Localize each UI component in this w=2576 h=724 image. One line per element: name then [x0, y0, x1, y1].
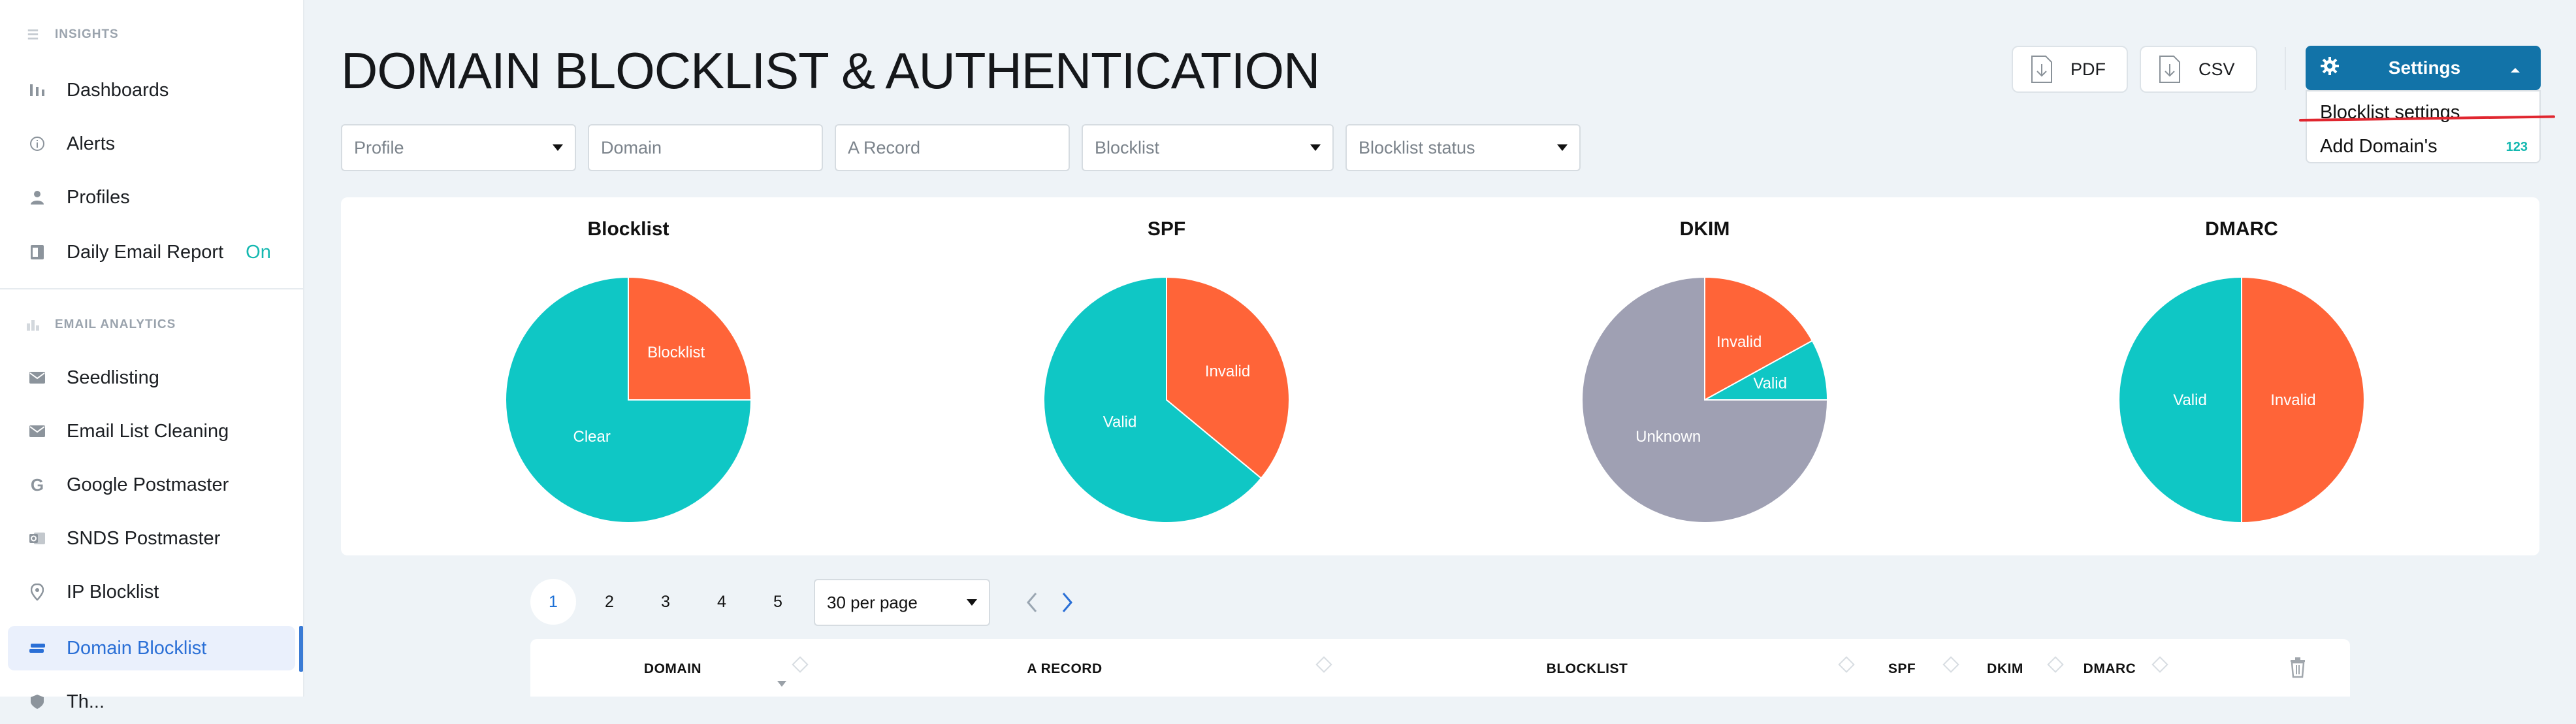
pie-label-unknown: Unknown: [1635, 428, 1701, 446]
download-file-icon: [2158, 55, 2182, 84]
sidebar-item-google-postmaster[interactable]: G Google Postmaster: [8, 463, 295, 507]
header-separator: [2285, 47, 2286, 90]
sidebar-item-daily-email-report[interactable]: Daily Email Report On: [8, 230, 295, 274]
sidebar-item-seedlisting[interactable]: Seedlisting: [8, 355, 295, 400]
domains-table: DOMAIN A RECORD BLOCKLIST SPF DKIM DMARC: [530, 639, 2350, 697]
caret-down-icon: [1557, 144, 1568, 151]
column-header-a-record[interactable]: A RECORD: [1027, 661, 1102, 677]
pie-chart-blocklist: Blocklist Clear: [505, 276, 752, 523]
page-title: DOMAIN BLOCKLIST & AUTHENTICATION: [341, 42, 1320, 99]
pie-label-invalid: Invalid: [2270, 391, 2315, 409]
pie-label-valid: Valid: [2173, 391, 2207, 409]
bar-chart-icon: [27, 83, 47, 97]
google-icon: G: [30, 474, 44, 495]
pie-label-invalid: Invalid: [1716, 333, 1762, 351]
user-icon: [27, 189, 47, 205]
column-header-blocklist[interactable]: BLOCKLIST: [1547, 661, 1628, 677]
caret-down-icon: [1310, 144, 1321, 151]
chart-title-blocklist: Blocklist: [587, 218, 669, 240]
gear-icon: [2320, 56, 2340, 80]
domains-count-badge: 123: [2505, 140, 2528, 154]
sidebar: ☰ INSIGHTS Dashboards Alerts Profiles Da…: [0, 0, 304, 712]
chevron-left-icon[interactable]: [1019, 588, 1045, 617]
report-icon: [27, 244, 47, 260]
pie-label-clear: Clear: [573, 428, 610, 446]
sidebar-item-threat[interactable]: Th...: [8, 680, 295, 724]
sidebar-divider: [0, 288, 303, 289]
blocklist-status-select[interactable]: Blocklist status: [1345, 124, 1581, 171]
a-record-input[interactable]: A Record: [835, 124, 1070, 171]
domain-input[interactable]: Domain: [588, 124, 823, 171]
trash-icon[interactable]: [2289, 656, 2307, 678]
email-analytics-section-header: EMAIL ANALYTICS: [26, 318, 176, 332]
page-button-5[interactable]: 5: [755, 579, 801, 625]
pie-chart-spf: Invalid Valid: [1043, 276, 1290, 523]
sidebar-item-profiles[interactable]: Profiles: [8, 175, 295, 220]
caret-down-icon: [967, 599, 977, 606]
report-status[interactable]: On: [246, 242, 271, 263]
pie-label-invalid: Invalid: [1205, 363, 1250, 380]
settings-dropdown: Blocklist settings Add Domain's 123: [2306, 90, 2541, 163]
column-resize-handle[interactable]: [792, 656, 809, 673]
insights-section-header: ☰ INSIGHTS: [26, 27, 119, 42]
column-resize-handle[interactable]: [1838, 656, 1855, 673]
download-file-icon: [2030, 55, 2053, 84]
chevron-up-icon: [2509, 58, 2521, 78]
column-header-spf[interactable]: SPF: [1888, 661, 1916, 677]
column-header-dmarc[interactable]: DMARC: [2084, 661, 2136, 677]
domain-icon: [27, 642, 47, 654]
sidebar-item-snds-postmaster[interactable]: SNDS Postmaster: [8, 516, 295, 561]
chart-title-spf: SPF: [1147, 218, 1186, 240]
chart-title-dkim: DKIM: [1679, 218, 1730, 240]
collapse-menu-icon[interactable]: ☰: [26, 27, 40, 42]
caret-down-icon: [553, 144, 563, 151]
pie-label-valid: Valid: [1753, 374, 1787, 392]
sidebar-item-ip-blocklist[interactable]: IP Blocklist: [8, 570, 295, 614]
page-button-4[interactable]: 4: [699, 579, 745, 625]
sort-caret-icon[interactable]: [777, 681, 786, 687]
sidebar-item-dashboards[interactable]: Dashboards: [8, 68, 295, 112]
page-button-3[interactable]: 3: [643, 579, 688, 625]
column-header-dkim[interactable]: DKIM: [1987, 661, 2023, 677]
pie-slice-blocklist[interactable]: [628, 276, 752, 401]
pdf-export-button[interactable]: PDF: [2012, 46, 2128, 93]
charts-card: Blocklist Blocklist Clear SPF Invalid Vali…: [341, 197, 2539, 555]
chevron-right-icon[interactable]: [1054, 588, 1080, 617]
menu-item-add-domains[interactable]: Add Domain's: [2320, 136, 2438, 157]
mail-icon: [27, 371, 47, 384]
per-page-select[interactable]: 30 per page: [814, 579, 990, 626]
page-button-2[interactable]: 2: [587, 579, 632, 625]
active-indicator: [299, 626, 303, 672]
blocklist-select[interactable]: Blocklist: [1082, 124, 1334, 171]
csv-export-button[interactable]: CSV: [2140, 46, 2257, 93]
column-resize-handle[interactable]: [2151, 656, 2168, 673]
page-button-1[interactable]: 1: [530, 579, 576, 625]
chart-title-dmarc: DMARC: [2205, 218, 2278, 240]
profile-select[interactable]: Profile: [341, 124, 576, 171]
sidebar-item-domain-blocklist[interactable]: Domain Blocklist: [8, 626, 295, 670]
settings-button[interactable]: Settings: [2306, 46, 2541, 90]
column-header-domain[interactable]: DOMAIN: [644, 661, 701, 677]
sidebar-item-alerts[interactable]: Alerts: [8, 122, 295, 166]
column-resize-handle[interactable]: [1942, 656, 1959, 673]
pie-chart-dmarc: Invalid Valid: [2118, 276, 2365, 524]
outlook-icon: [27, 531, 47, 546]
mail-icon: [27, 425, 47, 438]
pie-label-blocklist: Blocklist: [647, 344, 705, 361]
pie-label-valid: Valid: [1103, 414, 1137, 431]
column-resize-handle[interactable]: [2047, 656, 2064, 673]
analytics-icon: [26, 318, 40, 332]
info-icon: [27, 136, 47, 152]
column-resize-handle[interactable]: [1315, 656, 1332, 673]
sidebar-item-email-list-cleaning[interactable]: Email List Cleaning: [8, 409, 295, 453]
pie-chart-dkim: Invalid Valid Unknown: [1581, 276, 1829, 523]
location-pin-icon: [27, 584, 47, 601]
